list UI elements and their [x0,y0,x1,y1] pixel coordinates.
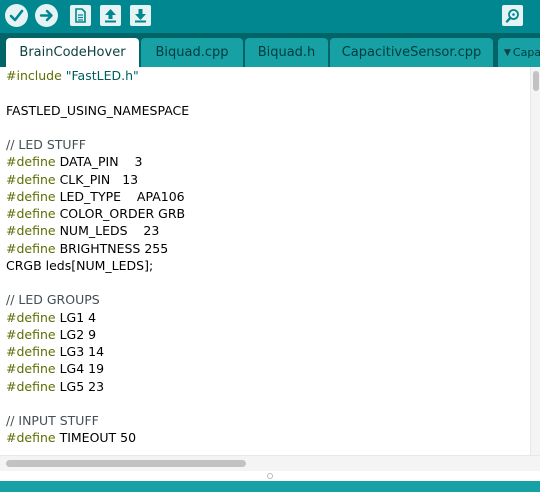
tab-label: CapacitiveSensor.cpp [341,45,482,60]
vertical-scroll-thumb[interactable] [533,71,539,91]
pane-splitter[interactable] [0,471,540,481]
code-line: #define LG5 23 [6,378,104,395]
arrow-right-icon [39,9,53,22]
arrow-down-icon [135,9,146,23]
code-line: #define COLOR_ORDER GRB [6,205,185,222]
code-line: #define LG3 14 [6,343,104,360]
code-line: FASTLED_USING_NAMESPACE [6,102,189,119]
preprocessor-keyword: #define [6,206,56,221]
code-text: BRIGHTNESS 255 [55,240,169,256]
code-line: // LED STUFF [6,136,86,153]
serial-monitor-button[interactable] [502,5,523,26]
tab-overflow-menu[interactable]: ▼ Capa [498,38,540,67]
upload-button[interactable] [35,4,58,27]
preprocessor-keyword: #define [6,223,56,239]
code-line: #define BRIGHTNESS 255 [6,240,168,257]
code-text: COLOR_ORDER GRB [55,206,186,221]
tab-biquad-h[interactable]: Biquad.h [245,38,328,67]
code-line: #define LG2 9 [6,326,96,343]
dropdown-arrow-icon: ▼ [504,47,511,58]
tab-label: Biquad.h [257,45,316,60]
preprocessor-keyword: #define [6,309,56,325]
code-line: #define LG4 19 [6,360,104,377]
code-text: LG1 4 [55,309,97,325]
code-text: DATA_PIN 3 [55,154,143,170]
code-line: // LED GROUPS [6,291,100,308]
preprocessor-keyword: #define [6,188,56,204]
preprocessor-keyword: #define [6,361,56,377]
tab-bar: BrainCodeHover Biquad.cpp Biquad.h Capac… [0,33,540,67]
code-text: LG5 23 [55,378,105,394]
preprocessor-keyword: #include [6,68,62,83]
code-text: LG2 9 [55,326,97,342]
tab-label: BrainCodeHover [19,45,126,60]
code-line: // INPUT STUFF [6,412,99,429]
code-line: #define CLK_PIN 13 [6,171,138,188]
tab-label: Biquad.cpp [155,45,229,60]
preprocessor-keyword: #define [6,154,56,170]
horizontal-scrollbar[interactable] [0,455,540,471]
code-text: FASTLED_USING_NAMESPACE [6,102,190,118]
code-text: LG3 14 [55,344,105,359]
preprocessor-keyword: #define [6,378,56,394]
magnifier-icon [505,9,519,23]
preprocessor-keyword: #define [6,171,56,187]
preprocessor-keyword: #define [6,430,56,446]
open-button[interactable] [100,5,121,26]
arrow-up-icon [105,9,116,23]
tab-capacitivesensor-cpp[interactable]: CapacitiveSensor.cpp [330,38,493,67]
comment: // INPUT STUFF [6,413,99,428]
tab-overflow-label: Capa [512,46,540,59]
preprocessor-keyword: #define [6,344,56,359]
comment: // LED GROUPS [6,292,100,308]
code-line: #include "FastLED.h" [6,67,139,84]
verify-button[interactable] [5,4,28,27]
toolbar [0,0,540,33]
code-text: CRGB leds[NUM_LEDS]; [6,257,154,273]
code-text: LG4 19 [55,361,105,377]
code-editor[interactable]: #include "FastLED.h" FASTLED_USING_NAMES… [0,67,530,455]
code-line: #define LED_TYPE APA106 [6,188,185,205]
string-literal: "FastLED.h" [65,68,139,83]
preprocessor-keyword: #define [6,240,56,256]
code-line: #define TIMEOUT 50 [6,429,136,446]
code-line: CRGB leds[NUM_LEDS]; [6,257,153,274]
code-text: CLK_PIN 13 [55,171,139,187]
code-line: #define DATA_PIN 3 [6,153,142,170]
code-text: TIMEOUT 50 [55,430,137,446]
horizontal-scroll-thumb[interactable] [6,460,246,467]
vertical-scrollbar[interactable] [530,67,540,455]
tab-braincodehover[interactable]: BrainCodeHover [6,38,139,67]
console-status-bar [0,481,540,492]
new-file-icon [75,8,86,23]
checkmark-icon [9,9,24,22]
save-button[interactable] [130,5,151,26]
code-line: #define LG1 4 [6,309,96,326]
preprocessor-keyword: #define [6,326,56,342]
splitter-grip-icon[interactable] [267,473,273,479]
code-text: LED_TYPE APA106 [55,188,185,204]
code-line: #define NUM_LEDS 23 [6,222,159,239]
code-text: NUM_LEDS 23 [55,223,160,239]
tab-biquad-cpp[interactable]: Biquad.cpp [141,38,243,67]
comment: // LED STUFF [6,137,86,152]
new-button[interactable] [70,5,91,26]
